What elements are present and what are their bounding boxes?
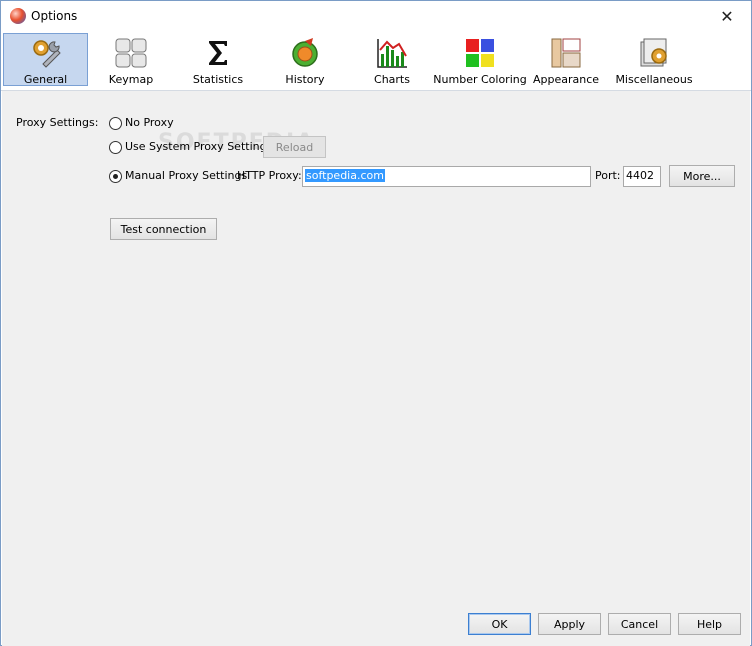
tab-general-label: General xyxy=(23,73,68,86)
system-proxy-radio[interactable] xyxy=(109,141,122,154)
appearance-icon xyxy=(549,36,583,70)
tab-charts[interactable]: Charts xyxy=(359,33,425,86)
number-coloring-icon xyxy=(463,36,497,70)
http-proxy-label: HTTP Proxy: xyxy=(237,169,302,182)
no-proxy-label[interactable]: No Proxy xyxy=(125,116,174,129)
http-proxy-value: softpedia.com xyxy=(305,169,385,182)
tab-miscellaneous[interactable]: Miscellaneous xyxy=(615,33,693,86)
http-proxy-input[interactable]: softpedia.com xyxy=(302,166,591,187)
tab-statistics[interactable]: Statistics xyxy=(185,33,251,86)
window-title: Options xyxy=(31,9,78,23)
manual-proxy-label[interactable]: Manual Proxy Settings xyxy=(125,169,247,182)
sigma-icon xyxy=(201,36,235,70)
tab-keymap-label: Keymap xyxy=(108,73,154,86)
test-connection-button[interactable]: Test connection xyxy=(110,218,217,240)
title-bar: Options ✕ xyxy=(1,1,751,31)
tab-number-coloring-label: Number Coloring xyxy=(433,73,527,86)
cancel-button[interactable]: Cancel xyxy=(608,613,671,635)
tab-history-label: History xyxy=(285,73,325,86)
general-icon xyxy=(29,36,63,70)
apply-button[interactable]: Apply xyxy=(538,613,601,635)
tab-miscellaneous-label: Miscellaneous xyxy=(615,73,693,86)
system-proxy-label[interactable]: Use System Proxy Settings xyxy=(125,140,272,153)
general-panel: SOFTPEDIA Proxy Settings: No Proxy Use S… xyxy=(2,91,750,646)
manual-proxy-radio[interactable] xyxy=(109,170,122,183)
keymap-icon xyxy=(114,36,148,70)
tab-statistics-label: Statistics xyxy=(192,73,244,86)
history-icon xyxy=(288,36,322,70)
category-toolbar: General Keymap Statistics History Charts… xyxy=(1,31,751,88)
tab-appearance[interactable]: Appearance xyxy=(533,33,599,86)
ok-button[interactable]: OK xyxy=(468,613,531,635)
reload-button[interactable]: Reload xyxy=(263,136,326,158)
tab-charts-label: Charts xyxy=(374,73,410,86)
tab-number-coloring[interactable]: Number Coloring xyxy=(433,33,527,86)
tab-general[interactable]: General xyxy=(3,33,88,86)
tab-keymap[interactable]: Keymap xyxy=(98,33,164,86)
tab-history[interactable]: History xyxy=(272,33,338,86)
app-logo-icon xyxy=(10,8,26,24)
miscellaneous-icon xyxy=(637,36,671,70)
no-proxy-radio[interactable] xyxy=(109,117,122,130)
port-label: Port: xyxy=(595,169,621,182)
proxy-settings-label: Proxy Settings: xyxy=(16,116,99,129)
more-button[interactable]: More... xyxy=(669,165,735,187)
tab-appearance-label: Appearance xyxy=(532,73,600,86)
close-button[interactable]: ✕ xyxy=(705,1,749,31)
port-input[interactable]: 4402 xyxy=(623,166,661,187)
options-window: Options ✕ General Keymap Statistics Hist… xyxy=(0,0,752,646)
help-button[interactable]: Help xyxy=(678,613,741,635)
charts-icon xyxy=(375,36,409,70)
